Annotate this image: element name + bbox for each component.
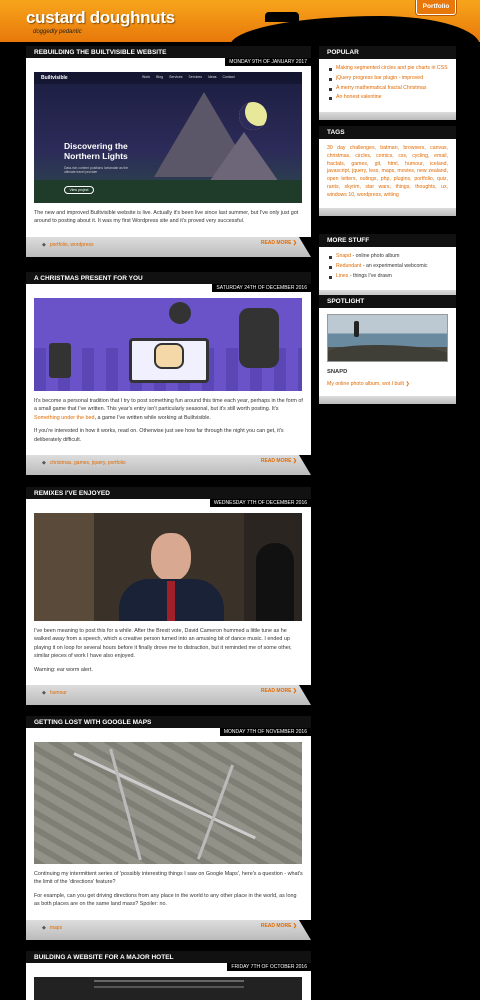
hero-subtext: Data-rich content positions Icelandair a… [64,166,129,175]
list-item[interactable]: jQuery progress bar plugin - improved [327,75,448,83]
chevron-right-icon: ❯ [292,239,297,246]
chevron-right-icon: ❯ [292,687,297,694]
post-content: The new and improved Builtvisible websit… [34,209,303,226]
post-title[interactable]: Remixes I've enjoyed [26,487,311,499]
widget-title: Spotlight [319,295,456,308]
post-image[interactable] [34,513,302,621]
more-stuff-widget: More stuff Snapd - online photo album Re… [319,234,456,299]
list-item: Snapd - online photo album [327,253,448,261]
spotlight-name: SNAPD [327,369,348,375]
post-date: Friday 7th of October 2016 [227,963,311,971]
post-paragraph: Continuing my intermittent series of 'po… [34,871,303,886]
post-date: Monday 9th of January 2017 [225,58,311,66]
post: Building a website for a major hotel Fri… [26,951,311,1000]
post-image[interactable] [34,742,302,864]
monster-top [169,302,191,324]
door [256,543,294,621]
post: A Christmas present for you Saturday 24t… [26,272,311,475]
view-project-button[interactable]: View project [64,186,94,194]
list-item[interactable]: Making segmented circles and pie charts … [327,65,448,73]
spotlight-widget: Spotlight SNAPD My online photo album, w… [319,295,456,405]
popular-widget: Popular Making segmented circles and pie… [319,46,456,121]
post-date: Monday 7th of November 2016 [219,728,311,736]
post-date: Saturday 24th of December 2016 [212,284,311,292]
post-content: I've been meaning to post this for a whi… [34,627,303,674]
read-more-link[interactable]: READ MORE ❯ [261,688,297,694]
lines-link[interactable]: Lines [336,273,348,279]
site-subtitle: doggedly pedantic [33,29,82,35]
post-title[interactable]: Rebuilding the Builtvisible website [26,46,311,58]
read-more-link[interactable]: READ MORE ❯ [261,240,297,246]
spotlight-image[interactable] [327,314,448,362]
widget-title: Tags [319,126,456,139]
post-image[interactable] [34,977,302,1000]
post-content: Continuing my intermittent series of 'po… [34,870,303,909]
read-more-link[interactable]: READ MORE ❯ [261,923,297,929]
post-footer: christmas, games, jquery, portfolio READ… [26,454,311,475]
post-paragraph: I've been meaning to post this for a whi… [34,628,292,660]
speaker-head [151,533,191,581]
widget-title: More stuff [319,234,456,247]
site-title[interactable]: custard doughnuts [26,8,175,28]
read-more-link[interactable]: READ MORE ❯ [261,458,297,464]
builtvisible-logo: Builtvisible [41,75,68,81]
post-title[interactable]: Getting lost with Google Maps [26,716,311,728]
post-paragraph: For example, can you get driving directi… [34,892,297,908]
post-tags[interactable]: portfolio, wordpress [42,242,94,248]
header-building-silhouette [265,12,299,22]
post-footer: humour READ MORE ❯ [26,684,311,705]
tag-cloud[interactable]: 30 day challenges, batman, browsers, can… [327,145,448,200]
post-paragraph: It's become a personal tradition that I … [34,398,303,421]
post-tags[interactable]: christmas, games, jquery, portfolio [42,460,126,466]
post-paragraph: If you're interested in how it works, re… [34,428,284,443]
post-title[interactable]: Building a website for a major hotel [26,951,311,963]
monster-right [239,308,279,368]
post-footer: maps READ MORE ❯ [26,919,311,940]
snapd-link[interactable]: Snapd [336,253,351,259]
chevron-right-icon: ❯ [405,380,410,387]
person-silhouette [354,321,359,337]
list-item[interactable]: A merry mathematical fractal Christmas [327,85,448,93]
post-tags[interactable]: humour [42,690,67,696]
widget-title: Popular [319,46,456,59]
monster-left [49,343,71,378]
something-under-the-bed-link[interactable]: Something under the bed [34,415,95,421]
post-footer: portfolio, wordpress READ MORE ❯ [26,236,311,257]
redundant-link[interactable]: Redundant [336,263,361,269]
site-header: custard doughnuts doggedly pedantic Port… [0,0,480,46]
post: Getting lost with Google Maps Monday 7th… [26,716,311,940]
chevron-right-icon: ❯ [292,922,297,929]
list-item[interactable]: An honest valentine [327,94,448,102]
portfolio-button[interactable]: Portfolio [416,0,456,15]
post-paragraph: The new and improved Builtvisible websit… [34,210,299,225]
post-content: It's become a personal tradition that I … [34,397,303,444]
post-title[interactable]: A Christmas present for you [26,272,311,284]
post: Rebuilding the Builtvisible website Mond… [26,46,311,257]
list-item: Redundant - an experimental webcomic [327,263,448,271]
tags-widget: Tags 30 day challenges, batman, browsers… [319,126,456,216]
mountain-small [209,132,279,182]
post-image[interactable] [34,298,302,391]
chevron-right-icon: ❯ [292,457,297,464]
post-image[interactable]: Builtvisible Work Blog Services Services Ide… [34,72,302,203]
more-stuff-list: Snapd - online photo album Redundant - a… [327,253,448,280]
post-date: Wednesday 7th of December 2016 [209,499,311,507]
child-face [154,343,184,369]
spotlight-caption[interactable]: My online photo album, wot I built ❯ [327,381,448,389]
image-nav: Work Blog Services Services Ideas Contact [142,75,235,79]
post-paragraph: Warning: ear worm alert. [34,666,93,673]
popular-list: Making segmented circles and pie charts … [327,65,448,102]
post-tags[interactable]: maps [42,925,62,931]
list-item: Lines - things I've drawn [327,273,448,281]
post: Remixes I've enjoyed Wednesday 7th of De… [26,487,311,705]
hero-headline: Discovering the Northern Lights [64,141,128,161]
